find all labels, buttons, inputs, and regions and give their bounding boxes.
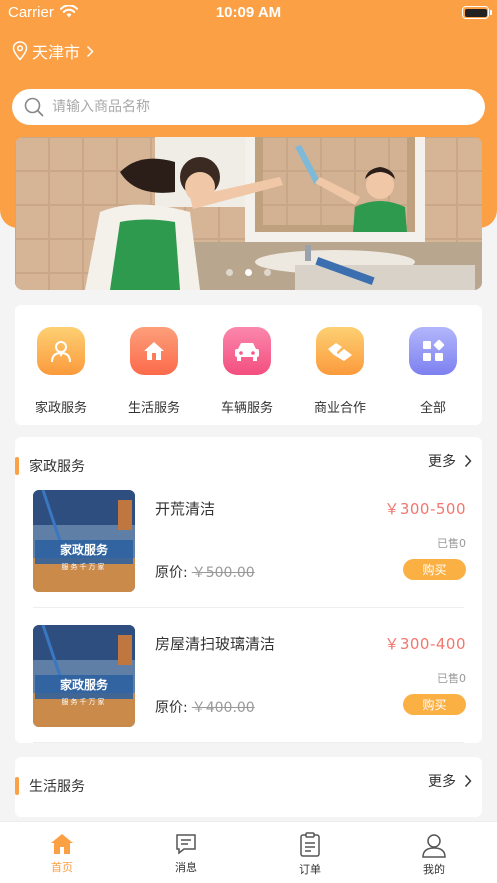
- handshake-icon: [316, 327, 364, 375]
- product-card[interactable]: 家政服务 服务千万家 开荒清洁 ￥300-500 已售0 原价: ￥500.00 …: [15, 473, 482, 608]
- more-link[interactable]: 更多: [428, 451, 472, 471]
- banner-carousel[interactable]: [15, 137, 482, 290]
- car-icon: [223, 327, 271, 375]
- tab-home[interactable]: 首页: [22, 832, 102, 875]
- tab-label: 首页: [51, 861, 73, 874]
- category-label: 全部: [419, 401, 446, 416]
- original-price-label: 原价:: [155, 700, 188, 716]
- tab-bar: 首页 消息 订单 我的: [0, 821, 497, 883]
- tab-label: 订单: [299, 863, 321, 876]
- tab-label: 我的: [423, 863, 445, 876]
- more-label: 更多: [428, 454, 456, 470]
- category-housekeeping[interactable]: 家政服务: [21, 327, 101, 416]
- product-name: 开荒清洁: [155, 500, 216, 518]
- order-clipboard-icon: [300, 832, 320, 857]
- home-tab-icon: [51, 834, 73, 854]
- product-price: ￥300-500: [384, 500, 466, 518]
- search-icon: [24, 97, 44, 117]
- section-header: 生活服务 更多: [15, 757, 482, 807]
- tab-profile[interactable]: 我的: [394, 832, 474, 877]
- city-label: 天津市: [32, 43, 81, 62]
- section-title: 生活服务: [29, 779, 85, 795]
- tab-orders[interactable]: 订单: [270, 832, 350, 877]
- category-label: 生活服务: [127, 401, 180, 416]
- category-label: 车辆服务: [220, 401, 273, 416]
- original-price-label: 原价:: [155, 565, 188, 581]
- original-price-value: ￥400.00: [191, 700, 255, 716]
- category-business[interactable]: 商业合作: [300, 327, 380, 416]
- category-vehicle[interactable]: 车辆服务: [207, 327, 287, 416]
- carousel-dot[interactable]: [264, 269, 271, 276]
- carousel-dot-active[interactable]: [245, 269, 252, 276]
- product-original-price: 原价: ￥400.00: [155, 697, 255, 717]
- search-bar[interactable]: [12, 89, 485, 125]
- status-bar: Carrier 10:09 AM: [0, 0, 497, 26]
- more-label: 更多: [428, 774, 456, 790]
- product-card[interactable]: 家政服务 服务千万家 房屋清扫玻璃清洁 ￥300-400 已售0 原价: ￥400…: [15, 608, 482, 743]
- category-label: 商业合作: [313, 401, 366, 416]
- product-thumbnail: 家政服务 服务千万家: [33, 490, 135, 592]
- location-selector[interactable]: 天津市: [12, 40, 94, 62]
- thumb-subtitle: 服务千万家: [62, 562, 107, 571]
- category-grid: 家政服务 生活服务 车辆服务 商业合作 全部: [15, 305, 482, 425]
- original-price-value: ￥500.00: [191, 565, 255, 581]
- thumb-title: 家政服务: [60, 677, 109, 692]
- category-life[interactable]: 生活服务: [114, 327, 194, 416]
- product-price: ￥300-400: [384, 635, 466, 653]
- section-housekeeping: 家政服务 更多 家政服务 服务千万家 开荒清洁 ￥300-500 已售0 原价:…: [15, 437, 482, 743]
- chevron-right-icon: [464, 455, 472, 467]
- category-all[interactable]: 全部: [393, 327, 473, 416]
- chevron-right-icon: [86, 45, 94, 57]
- tab-messages[interactable]: 消息: [146, 832, 226, 875]
- product-name: 房屋清扫玻璃清洁: [155, 635, 276, 653]
- thumb-title: 家政服务: [60, 542, 109, 557]
- product-sold-count: 已售0: [437, 537, 466, 550]
- tab-label: 消息: [175, 861, 197, 874]
- search-input[interactable]: [52, 99, 452, 115]
- all-grid-icon: [409, 327, 457, 375]
- home-icon: [130, 327, 178, 375]
- battery-icon: [462, 6, 492, 19]
- more-link[interactable]: 更多: [428, 771, 472, 791]
- chevron-right-icon: [464, 775, 472, 787]
- carousel-dots: [15, 269, 482, 276]
- carousel-dot[interactable]: [226, 269, 233, 276]
- product-thumbnail: 家政服务 服务千万家: [33, 625, 135, 727]
- user-icon: [422, 834, 446, 858]
- buy-button[interactable]: 购买: [403, 559, 466, 580]
- buy-button[interactable]: 购买: [403, 694, 466, 715]
- product-sold-count: 已售0: [437, 672, 466, 685]
- banner-image: [15, 137, 482, 290]
- clock: 10:09 AM: [215, 4, 282, 21]
- location-pin-icon: [12, 41, 28, 61]
- category-label: 家政服务: [34, 401, 87, 416]
- divider: [33, 742, 464, 743]
- section-accent-bar: [15, 777, 19, 795]
- housekeeping-icon: [37, 327, 85, 375]
- thumb-subtitle: 服务千万家: [62, 697, 107, 706]
- section-life: 生活服务 更多: [15, 757, 482, 817]
- message-icon: [176, 834, 196, 855]
- product-original-price: 原价: ￥500.00: [155, 562, 255, 582]
